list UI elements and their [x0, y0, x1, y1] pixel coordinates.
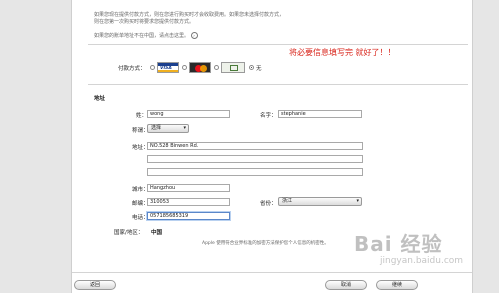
divider [88, 84, 468, 85]
mastercard-icon [189, 62, 211, 73]
payment-label: 付款方式： [118, 66, 146, 72]
radio-visa[interactable] [150, 65, 155, 70]
phone-input[interactable]: 057185685319 [147, 212, 230, 220]
address-line2-input[interactable] [147, 155, 363, 163]
info-line-1: 如果您现在提供付款方式，则在您进行购买时才会收取费用。如果您未选择付款方式， [94, 12, 285, 18]
chevron-down-icon: ▾ [183, 125, 186, 131]
footer-divider [72, 272, 472, 273]
annotation-text: 将必要信息填写完 就好了！！ [289, 48, 396, 57]
country-value: 中国 [151, 230, 163, 236]
watermark-url: jingyan.baidu.com [380, 256, 464, 266]
back-button[interactable]: 返回 [74, 280, 116, 290]
province-select[interactable]: 浙江 ▾ [278, 197, 362, 206]
payment-none-label: 无 [256, 66, 262, 72]
address-line3-input[interactable] [147, 168, 363, 176]
info-line-2: 则在您第一次购买时将要求您提供付款方式。 [94, 19, 195, 25]
privacy-note: Apple 使用符合业界标准的加密方法保护您个人信息的机密性。 [202, 241, 329, 246]
info-arrow-icon[interactable]: › [190, 32, 198, 39]
zip-input[interactable]: 310053 [147, 198, 230, 206]
radio-none[interactable] [249, 65, 254, 70]
info-line-3: 如果您的账单地址不在中国，请点击这里。 › [94, 32, 198, 40]
title-select[interactable]: 选择 ▾ [147, 124, 189, 133]
city-input[interactable]: Hangzhou [147, 184, 230, 192]
name-input[interactable]: stephanie [278, 110, 362, 118]
country-label: 国家/地区： [114, 230, 144, 236]
surname-label: 姓： [136, 113, 148, 119]
billing-outside-link[interactable]: 如果您的账单地址不在中国，请点击这里。 [94, 33, 189, 39]
unionpay-card-icon [221, 62, 245, 73]
cancel-button[interactable]: 取消 [325, 280, 367, 290]
address-line1-input[interactable]: NO.528 Binwen Rd. [147, 142, 363, 150]
address-heading: 地址 [94, 96, 106, 102]
continue-button[interactable]: 继续 [376, 280, 418, 290]
province-label: 省份： [260, 201, 277, 207]
name-label: 名字： [260, 113, 277, 119]
radio-unionpay[interactable] [214, 65, 219, 70]
surname-input[interactable]: wong [147, 110, 230, 118]
watermark-logo: Bai 经验 [354, 232, 443, 256]
divider [88, 44, 468, 45]
chevron-down-icon: ▾ [356, 198, 359, 204]
visa-card-icon: VISA [157, 62, 179, 73]
radio-mastercard[interactable] [182, 65, 187, 70]
